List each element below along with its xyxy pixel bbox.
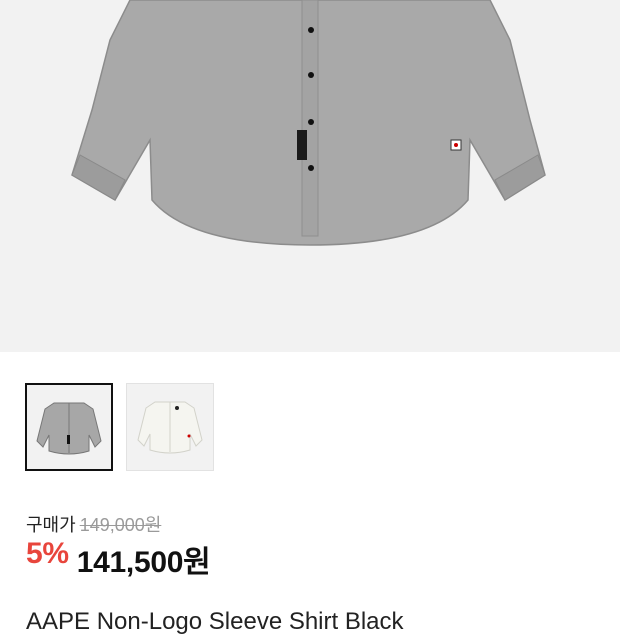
shirt-image <box>71 0 546 246</box>
shirt-thumb-gray <box>36 402 102 455</box>
product-main-image[interactable] <box>0 0 620 352</box>
thumbnail-gray[interactable] <box>25 383 113 471</box>
shirt-thumb-white <box>137 401 203 454</box>
original-price: 149,000원 <box>79 515 162 535</box>
product-name: AAPE Non-Logo Sleeve Shirt Black <box>26 608 404 635</box>
thumbnail-white[interactable] <box>126 383 214 471</box>
buy-price-row: 구매가 149,000원 <box>26 511 161 537</box>
sale-price: 141,500원 <box>76 546 211 579</box>
sale-price-row: 5% 141,500원 <box>26 537 211 581</box>
buy-price-label: 구매가 <box>26 515 76 535</box>
discount-rate: 5% <box>26 537 69 570</box>
thumbnail-strip <box>25 383 214 471</box>
